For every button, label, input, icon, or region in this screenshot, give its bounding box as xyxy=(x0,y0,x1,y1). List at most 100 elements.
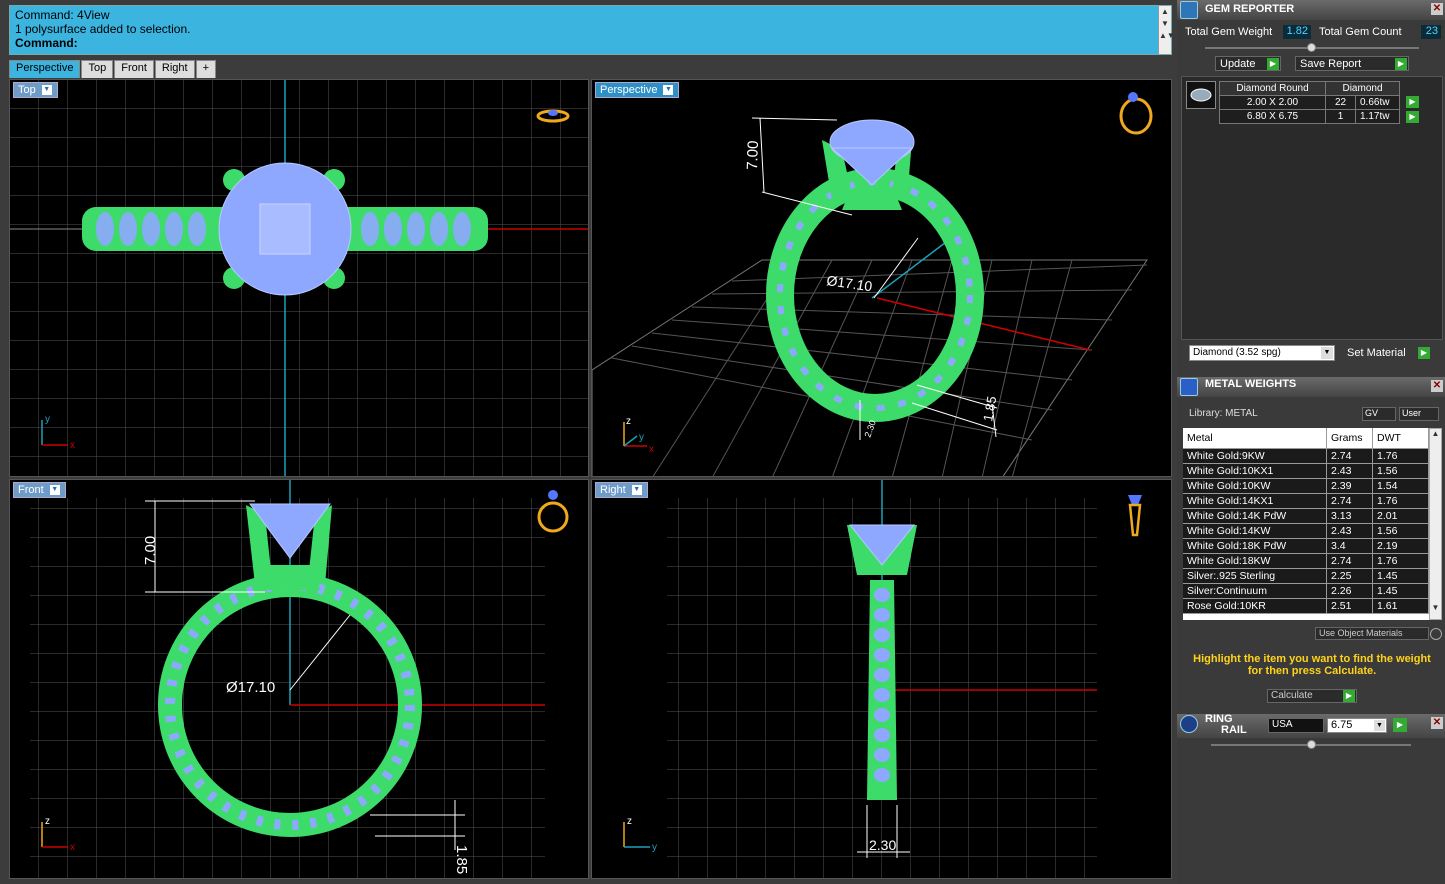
update-button[interactable]: Update ▶ xyxy=(1215,56,1281,71)
ring-icon-gem xyxy=(548,490,558,500)
ring-icon-right xyxy=(1128,503,1142,537)
play-icon: ▶ xyxy=(1343,690,1355,702)
user-button[interactable]: User xyxy=(1399,407,1439,421)
metal-dwt: 2.19 xyxy=(1372,538,1429,554)
close-icon[interactable]: ✕ xyxy=(1431,3,1443,15)
tab-front[interactable]: Front xyxy=(114,60,154,78)
play-icon: ▶ xyxy=(1267,58,1279,70)
metal-grams: 2.25 xyxy=(1326,568,1373,584)
viewport-right[interactable]: 2.30 z y Right ▼ xyxy=(591,479,1172,879)
viewport-label-perspective[interactable]: Perspective ▼ xyxy=(595,82,680,98)
column-grams[interactable]: Grams xyxy=(1326,428,1373,449)
ring-icon-perspective xyxy=(1119,97,1153,135)
metal-table-scrollbar[interactable]: ▲ ▼ xyxy=(1429,428,1442,620)
metal-dwt: 1.76 xyxy=(1372,448,1429,464)
calculate-button[interactable]: Calculate ▶ xyxy=(1267,689,1357,703)
play-icon[interactable]: ▶ xyxy=(1406,96,1419,108)
metal-name: Silver:Continuum xyxy=(1183,583,1327,599)
command-history[interactable]: Command: 4View 1 polysurface added to se… xyxy=(9,5,1175,55)
add-tab-button[interactable]: + xyxy=(195,60,217,78)
ring-icon-gem xyxy=(1128,495,1142,505)
play-icon: ▶ xyxy=(1418,347,1430,359)
metal-row[interactable]: White Gold:14KW 2.43 1.56 xyxy=(1183,523,1429,539)
metal-dwt: 1.76 xyxy=(1372,493,1429,509)
column-dwt[interactable]: DWT xyxy=(1372,428,1429,449)
metal-grams: 2.51 xyxy=(1326,598,1373,614)
command-scrollbar[interactable]: ▲ ▼ ▲▼ xyxy=(1158,6,1175,54)
tab-top[interactable]: Top xyxy=(81,60,114,78)
update-label: Update xyxy=(1220,58,1256,70)
metal-row[interactable]: Rose Gold:10KR 2.51 1.61 xyxy=(1183,598,1429,614)
tab-right[interactable]: Right xyxy=(154,60,195,78)
metal-grams: 2.43 xyxy=(1326,523,1373,539)
viewport-top[interactable]: y x Top ▼ xyxy=(9,79,589,477)
chevron-down-icon: ▼ xyxy=(1374,720,1385,731)
metal-row[interactable]: White Gold:10KW 2.39 1.54 xyxy=(1183,478,1429,494)
metal-row[interactable]: White Gold:14KX1 2.74 1.76 xyxy=(1183,493,1429,509)
z-axis-label: z xyxy=(626,416,631,427)
save-report-button[interactable]: Save Report ▶ xyxy=(1295,56,1409,71)
viewport-perspective[interactable]: 7.00 Ø17.10 1.85 2.30 z y x Perspective ▼ xyxy=(591,79,1172,477)
column-metal[interactable]: Metal xyxy=(1183,428,1327,449)
metal-name: White Gold:9KW xyxy=(1183,448,1327,464)
ring-icon xyxy=(1180,715,1198,733)
library-label: Library: METAL xyxy=(1189,408,1258,419)
metal-grams: 2.74 xyxy=(1326,553,1373,569)
metal-row[interactable]: Silver:.925 Sterling 2.25 1.45 xyxy=(1183,568,1429,584)
metal-dwt: 1.45 xyxy=(1372,583,1429,599)
gem-reporter-header: GEM REPORTER ✕ xyxy=(1177,0,1445,20)
front-view-canvas: 7.00 Ø17.10 1.85 z x xyxy=(30,480,569,878)
slider-knob[interactable] xyxy=(1307,43,1316,52)
metal-name: Rose Gold:10KR xyxy=(1183,598,1327,614)
ring-icon-gem xyxy=(1128,92,1138,102)
metal-row[interactable]: White Gold:18K PdW 3.4 2.19 xyxy=(1183,538,1429,554)
x-axis-label: x xyxy=(70,440,75,451)
metal-row[interactable]: Silver:Continuum 2.26 1.45 xyxy=(1183,583,1429,599)
dropdown-icon[interactable]: ▼ xyxy=(49,485,60,496)
command-line-2: 1 polysurface added to selection. xyxy=(15,22,191,36)
metal-row[interactable]: White Gold:18KW 2.74 1.76 xyxy=(1183,553,1429,569)
metal-row[interactable]: White Gold:14K PdW 3.13 2.01 xyxy=(1183,508,1429,524)
metal-row[interactable]: White Gold:10KX1 2.43 1.56 xyxy=(1183,463,1429,479)
close-icon[interactable]: ✕ xyxy=(1431,717,1443,729)
metal-row[interactable]: White Gold:9KW 2.74 1.76 xyxy=(1183,448,1429,464)
metal-grams: 2.74 xyxy=(1326,493,1373,509)
metal-dwt: 1.54 xyxy=(1372,478,1429,494)
metal-table[interactable]: Metal Grams DWT White Gold:9KW 2.74 1.76 Wh… xyxy=(1183,428,1429,620)
gv-button[interactable]: GV xyxy=(1362,407,1396,421)
x-axis-label: x xyxy=(70,842,75,853)
total-gem-count-value: 23 xyxy=(1421,25,1441,39)
command-prompt[interactable]: Command: xyxy=(15,36,1166,50)
gem-row[interactable]: 2.00 X 2.00 22 0.66tw xyxy=(1219,95,1400,110)
tab-perspective[interactable]: Perspective xyxy=(9,60,81,78)
play-icon[interactable]: ▶ xyxy=(1393,718,1407,732)
use-object-materials-toggle[interactable] xyxy=(1430,628,1442,640)
ring-size-select[interactable]: 6.75 ▼ xyxy=(1327,718,1387,733)
country-field[interactable]: USA xyxy=(1268,718,1324,733)
play-icon[interactable]: ▶ xyxy=(1406,111,1419,123)
dropdown-icon[interactable]: ▼ xyxy=(41,85,52,96)
diamond-icon xyxy=(1186,81,1216,109)
viewport-label-top[interactable]: Top ▼ xyxy=(13,82,58,98)
close-icon[interactable]: ✕ xyxy=(1431,380,1443,392)
metal-dwt: 1.76 xyxy=(1372,553,1429,569)
material-select[interactable]: Diamond (3.52 spg) ▼ xyxy=(1189,345,1335,361)
viewport-label-right[interactable]: Right ▼ xyxy=(595,482,648,498)
slider-knob[interactable] xyxy=(1307,740,1316,749)
perspective-view-canvas: 7.00 Ø17.10 1.85 2.30 z y x xyxy=(592,92,1153,476)
metal-grams: 3.13 xyxy=(1326,508,1373,524)
metal-grams: 2.74 xyxy=(1326,448,1373,464)
viewport-label-front[interactable]: Front ▼ xyxy=(13,482,66,498)
gem-shape-header: Diamond Round xyxy=(1219,81,1326,96)
use-object-materials-button[interactable]: Use Object Materials xyxy=(1315,627,1429,640)
metal-grams: 2.43 xyxy=(1326,463,1373,479)
gem-list[interactable]: Diamond Round Diamond 2.00 X 2.00 22 0.66tw… xyxy=(1181,76,1443,340)
set-material-button[interactable]: Set Material ▶ xyxy=(1343,346,1431,361)
play-icon: ▶ xyxy=(1395,58,1407,70)
viewport-front[interactable]: 7.00 Ø17.10 1.85 z x Front ▼ xyxy=(9,479,589,879)
dropdown-icon[interactable]: ▼ xyxy=(663,85,674,96)
stone-table xyxy=(259,203,311,255)
x-axis-label: x xyxy=(649,444,654,455)
gem-row[interactable]: 6.80 X 6.75 1 1.17tw xyxy=(1219,109,1400,124)
dropdown-icon[interactable]: ▼ xyxy=(631,485,642,496)
